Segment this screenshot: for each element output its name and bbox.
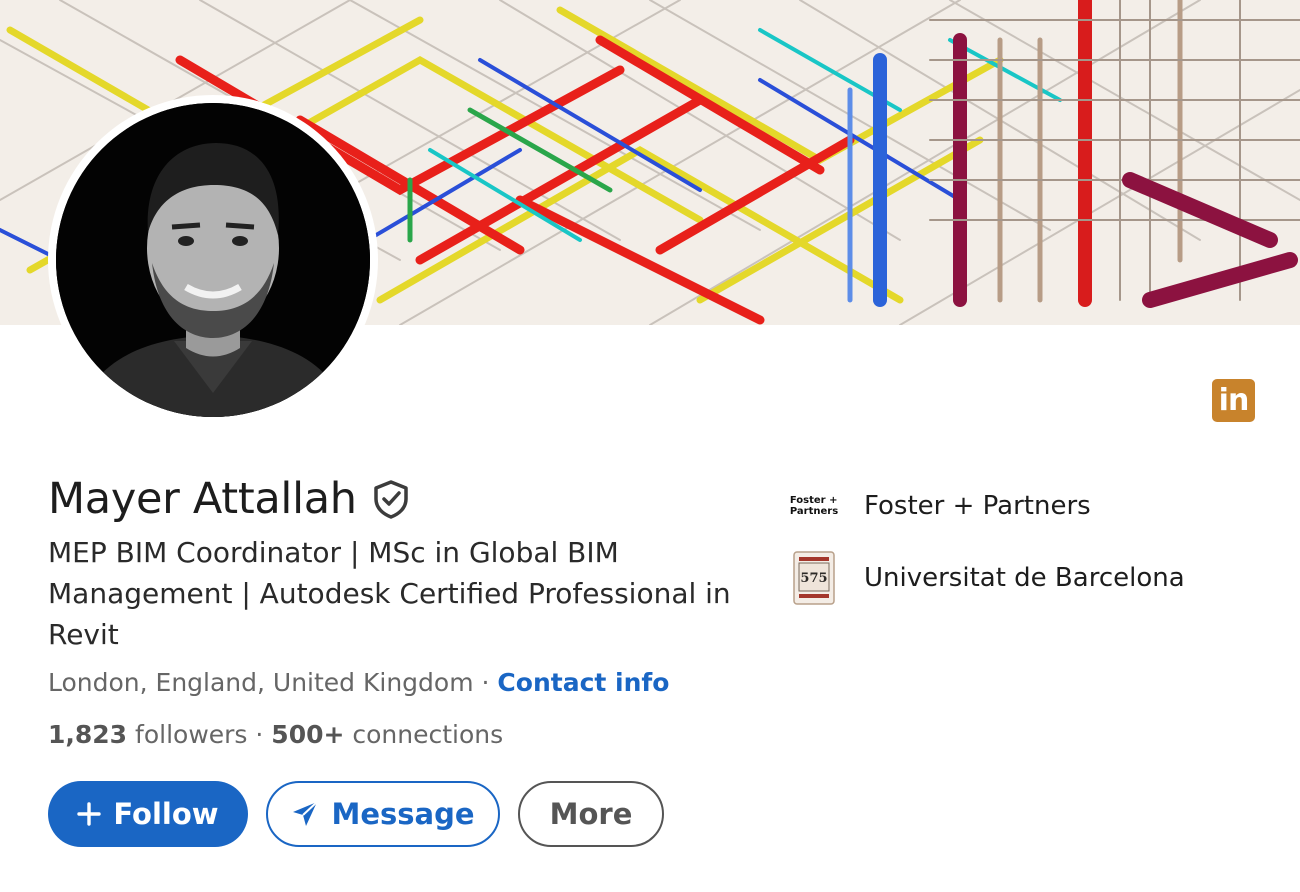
stats-row: 1,823 followers · 500+ connections bbox=[48, 720, 503, 749]
foster-partners-logo: Foster + Partners bbox=[788, 478, 840, 534]
location-row: London, England, United Kingdom · Contac… bbox=[48, 668, 669, 697]
plus-icon bbox=[77, 802, 102, 826]
logo-text: 575 bbox=[800, 571, 827, 586]
linkedin-icon[interactable]: in bbox=[1212, 379, 1255, 422]
message-button-label: Message bbox=[331, 797, 475, 831]
message-button[interactable]: Message bbox=[266, 781, 500, 847]
followers-count: 1,823 bbox=[48, 720, 128, 749]
connections-label[interactable]: connections bbox=[352, 720, 503, 749]
connections-count[interactable]: 500+ bbox=[271, 720, 344, 749]
org-item-foster-partners[interactable]: Foster + Partners Foster + Partners bbox=[788, 478, 1091, 534]
verified-shield-icon[interactable] bbox=[371, 479, 411, 519]
location-separator: · bbox=[473, 668, 498, 697]
more-button-label: More bbox=[549, 797, 633, 831]
profile-headline: MEP BIM Coordinator | MSc in Global BIM … bbox=[48, 536, 731, 651]
avatar[interactable] bbox=[56, 103, 370, 417]
follow-button[interactable]: Follow bbox=[48, 781, 248, 847]
profile-card: in Mayer Attallah MEP BIM Coordinator | … bbox=[0, 0, 1300, 892]
org-name: Universitat de Barcelona bbox=[864, 563, 1185, 593]
logo-line-2: Partners bbox=[789, 506, 839, 517]
org-item-universitat-de-barcelona[interactable]: 575 Universitat de Barcelona bbox=[788, 550, 1185, 606]
more-button[interactable]: More bbox=[518, 781, 664, 847]
stats-separator: · bbox=[247, 720, 272, 749]
profile-photo-frame[interactable] bbox=[48, 95, 378, 425]
profile-actions: Follow Message More bbox=[48, 781, 664, 847]
universitat-barcelona-logo: 575 bbox=[788, 550, 840, 606]
follow-button-label: Follow bbox=[113, 797, 219, 831]
followers-label: followers bbox=[135, 720, 248, 749]
logo-line-1: Foster + bbox=[789, 495, 838, 506]
location-text: London, England, United Kingdom bbox=[48, 668, 474, 697]
contact-info-link[interactable]: Contact info bbox=[497, 668, 669, 697]
org-name: Foster + Partners bbox=[864, 491, 1091, 521]
name-row: Mayer Attallah bbox=[48, 470, 411, 528]
profile-name: Mayer Attallah bbox=[48, 474, 357, 524]
send-icon bbox=[291, 800, 319, 828]
avatar-portrait bbox=[56, 103, 370, 417]
